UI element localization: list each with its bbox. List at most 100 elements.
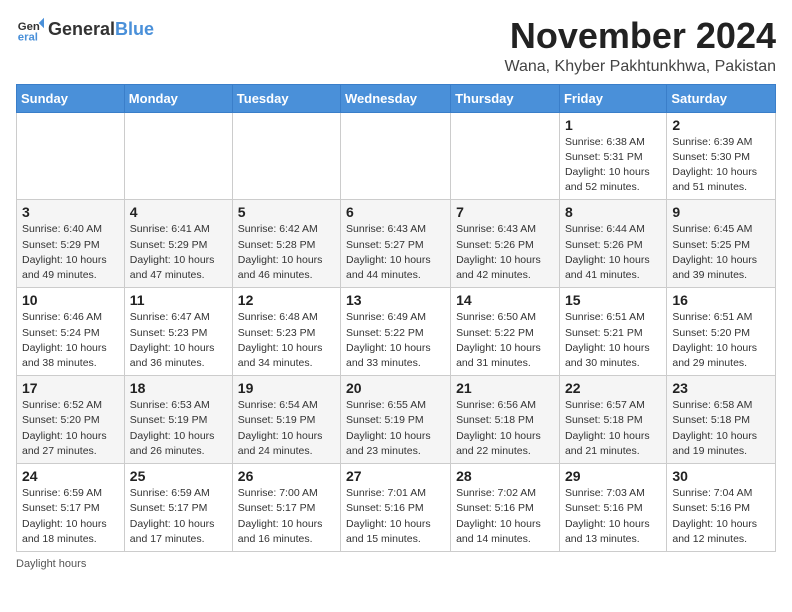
calendar-cell: 16Sunrise: 6:51 AM Sunset: 5:20 PM Dayli…	[667, 288, 776, 376]
day-number: 28	[456, 468, 554, 484]
day-number: 24	[22, 468, 119, 484]
calendar-cell: 18 Sunrise: 6:53 AM Sunset: 5:19 PM Dayli…	[124, 376, 232, 464]
calendar-cell	[17, 112, 125, 200]
day-number: 6	[346, 204, 445, 220]
day-number: 23	[672, 380, 770, 396]
day-number: 18	[130, 380, 227, 396]
calendar-cell: 30 Sunrise: 7:04 AM Sunset: 5:16 PM Dayli…	[667, 464, 776, 552]
day-info: Sunrise: 7:02 AM Sunset: 5:16 PM Dayligh…	[456, 486, 554, 547]
day-number: 4	[130, 204, 227, 220]
weekday-header-thursday: Thursday	[451, 84, 560, 112]
day-info: Sunrise: 6:53 AM Sunset: 5:19 PM Dayligh…	[130, 398, 227, 459]
calendar-cell: 25 Sunrise: 6:59 AM Sunset: 5:17 PM Dayli…	[124, 464, 232, 552]
calendar-cell: 28 Sunrise: 7:02 AM Sunset: 5:16 PM Dayli…	[451, 464, 560, 552]
calendar-cell	[232, 112, 340, 200]
calendar-cell: 27Sunrise: 7:01 AM Sunset: 5:16 PM Dayli…	[341, 464, 451, 552]
day-info: Sunrise: 7:03 AM Sunset: 5:16 PM Dayligh…	[565, 486, 661, 547]
calendar-cell: 29 Sunrise: 7:03 AM Sunset: 5:16 PM Dayli…	[559, 464, 666, 552]
footer-note: Daylight hours	[16, 558, 776, 570]
month-title: November 2024	[504, 16, 776, 56]
day-number: 17	[22, 380, 119, 396]
day-info: Sunrise: 6:59 AM Sunset: 5:17 PM Dayligh…	[130, 486, 227, 547]
calendar-cell	[451, 112, 560, 200]
day-number: 9	[672, 204, 770, 220]
day-info: Sunrise: 6:59 AM Sunset: 5:17 PM Dayligh…	[22, 486, 119, 547]
calendar-cell: 14 Sunrise: 6:50 AM Sunset: 5:22 PM Dayli…	[451, 288, 560, 376]
svg-text:eral: eral	[18, 32, 38, 44]
day-info: Sunrise: 6:56 AM Sunset: 5:18 PM Dayligh…	[456, 398, 554, 459]
weekday-header-saturday: Saturday	[667, 84, 776, 112]
day-number: 11	[130, 292, 227, 308]
day-info: Sunrise: 6:43 AM Sunset: 5:27 PM Dayligh…	[346, 222, 445, 283]
day-number: 21	[456, 380, 554, 396]
day-info: Sunrise: 6:58 AM Sunset: 5:18 PM Dayligh…	[672, 398, 770, 459]
calendar-cell: 15 Sunrise: 6:51 AM Sunset: 5:21 PM Dayli…	[559, 288, 666, 376]
day-info: Sunrise: 6:48 AM Sunset: 5:23 PM Dayligh…	[238, 310, 335, 371]
calendar-cell: 7Sunrise: 6:43 AM Sunset: 5:26 PM Daylig…	[451, 200, 560, 288]
day-number: 13	[346, 292, 445, 308]
calendar-cell: 13 Sunrise: 6:49 AM Sunset: 5:22 PM Dayli…	[341, 288, 451, 376]
day-info: Sunrise: 6:45 AM Sunset: 5:25 PM Dayligh…	[672, 222, 770, 283]
day-number: 19	[238, 380, 335, 396]
logo-icon: Gen eral	[16, 16, 44, 44]
week-row-3: 10Sunrise: 6:46 AM Sunset: 5:24 PM Dayli…	[17, 288, 776, 376]
day-info: Sunrise: 6:47 AM Sunset: 5:23 PM Dayligh…	[130, 310, 227, 371]
calendar-table: SundayMondayTuesdayWednesdayThursdayFrid…	[16, 84, 776, 552]
location-title: Wana, Khyber Pakhtunkhwa, Pakistan	[504, 58, 776, 76]
calendar-cell: 9 Sunrise: 6:45 AM Sunset: 5:25 PM Daylig…	[667, 200, 776, 288]
weekday-header-wednesday: Wednesday	[341, 84, 451, 112]
calendar-cell: 19 Sunrise: 6:54 AM Sunset: 5:19 PM Dayli…	[232, 376, 340, 464]
logo-text: GeneralBlue	[48, 20, 154, 40]
week-row-1: 1Sunrise: 6:38 AM Sunset: 5:31 PM Daylig…	[17, 112, 776, 200]
weekday-header-monday: Monday	[124, 84, 232, 112]
day-number: 25	[130, 468, 227, 484]
calendar-cell: 6 Sunrise: 6:43 AM Sunset: 5:27 PM Daylig…	[341, 200, 451, 288]
day-info: Sunrise: 6:41 AM Sunset: 5:29 PM Dayligh…	[130, 222, 227, 283]
day-info: Sunrise: 6:49 AM Sunset: 5:22 PM Dayligh…	[346, 310, 445, 371]
day-number: 12	[238, 292, 335, 308]
week-row-4: 17 Sunrise: 6:52 AM Sunset: 5:20 PM Dayli…	[17, 376, 776, 464]
day-number: 27	[346, 468, 445, 484]
day-info: Sunrise: 6:44 AM Sunset: 5:26 PM Dayligh…	[565, 222, 661, 283]
calendar-cell: 2 Sunrise: 6:39 AM Sunset: 5:30 PM Daylig…	[667, 112, 776, 200]
day-info: Sunrise: 6:50 AM Sunset: 5:22 PM Dayligh…	[456, 310, 554, 371]
week-row-2: 3Sunrise: 6:40 AM Sunset: 5:29 PM Daylig…	[17, 200, 776, 288]
day-number: 20	[346, 380, 445, 396]
day-number: 29	[565, 468, 661, 484]
day-number: 3	[22, 204, 119, 220]
weekday-header-row: SundayMondayTuesdayWednesdayThursdayFrid…	[17, 84, 776, 112]
day-info: Sunrise: 6:51 AM Sunset: 5:21 PM Dayligh…	[565, 310, 661, 371]
day-number: 5	[238, 204, 335, 220]
calendar-cell: 12 Sunrise: 6:48 AM Sunset: 5:23 PM Dayli…	[232, 288, 340, 376]
title-area: November 2024 Wana, Khyber Pakhtunkhwa, …	[504, 16, 776, 76]
calendar-cell: 8 Sunrise: 6:44 AM Sunset: 5:26 PM Daylig…	[559, 200, 666, 288]
day-number: 30	[672, 468, 770, 484]
day-info: Sunrise: 7:04 AM Sunset: 5:16 PM Dayligh…	[672, 486, 770, 547]
day-info: Sunrise: 6:39 AM Sunset: 5:30 PM Dayligh…	[672, 135, 770, 196]
calendar-cell: 26Sunrise: 7:00 AM Sunset: 5:17 PM Dayli…	[232, 464, 340, 552]
calendar-cell: 11 Sunrise: 6:47 AM Sunset: 5:23 PM Dayli…	[124, 288, 232, 376]
day-number: 14	[456, 292, 554, 308]
day-info: Sunrise: 6:52 AM Sunset: 5:20 PM Dayligh…	[22, 398, 119, 459]
calendar-cell: 4 Sunrise: 6:41 AM Sunset: 5:29 PM Daylig…	[124, 200, 232, 288]
day-info: Sunrise: 6:57 AM Sunset: 5:18 PM Dayligh…	[565, 398, 661, 459]
calendar-cell: 1Sunrise: 6:38 AM Sunset: 5:31 PM Daylig…	[559, 112, 666, 200]
day-info: Sunrise: 6:51 AM Sunset: 5:20 PM Dayligh…	[672, 310, 770, 371]
calendar-cell: 20Sunrise: 6:55 AM Sunset: 5:19 PM Dayli…	[341, 376, 451, 464]
calendar-cell: 23 Sunrise: 6:58 AM Sunset: 5:18 PM Dayli…	[667, 376, 776, 464]
day-number: 2	[672, 117, 770, 133]
day-number: 15	[565, 292, 661, 308]
calendar-cell: 5Sunrise: 6:42 AM Sunset: 5:28 PM Daylig…	[232, 200, 340, 288]
weekday-header-tuesday: Tuesday	[232, 84, 340, 112]
day-info: Sunrise: 6:54 AM Sunset: 5:19 PM Dayligh…	[238, 398, 335, 459]
calendar-cell	[341, 112, 451, 200]
day-number: 22	[565, 380, 661, 396]
day-info: Sunrise: 7:00 AM Sunset: 5:17 PM Dayligh…	[238, 486, 335, 547]
calendar-cell: 24 Sunrise: 6:59 AM Sunset: 5:17 PM Dayli…	[17, 464, 125, 552]
day-number: 8	[565, 204, 661, 220]
week-row-5: 24 Sunrise: 6:59 AM Sunset: 5:17 PM Dayli…	[17, 464, 776, 552]
calendar-cell: 22 Sunrise: 6:57 AM Sunset: 5:18 PM Dayli…	[559, 376, 666, 464]
calendar-cell	[124, 112, 232, 200]
weekday-header-friday: Friday	[559, 84, 666, 112]
weekday-header-sunday: Sunday	[17, 84, 125, 112]
